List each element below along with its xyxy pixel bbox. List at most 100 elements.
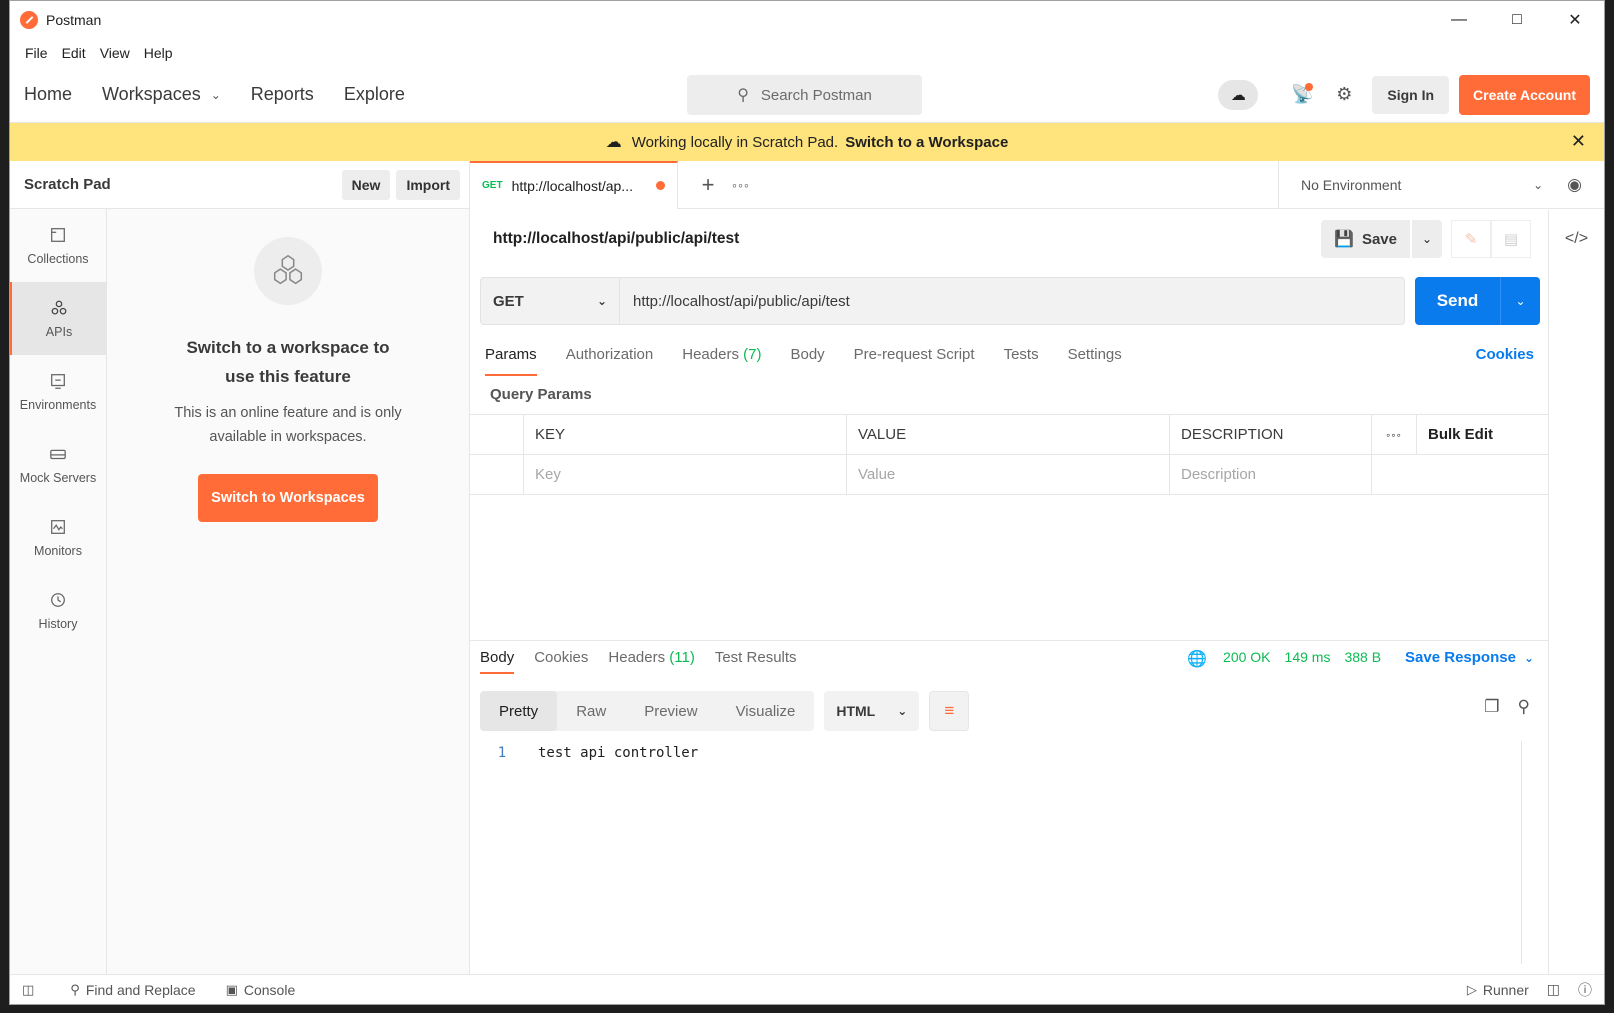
format-preview[interactable]: Preview xyxy=(625,691,716,731)
environment-selector[interactable]: No Environment ⌄ ◉ xyxy=(1278,160,1604,209)
response-scrollbar[interactable] xyxy=(1521,741,1522,964)
tab-tests[interactable]: Tests xyxy=(1004,346,1039,376)
sync-cloud-icon[interactable]: ☁ xyxy=(1218,79,1259,110)
key-input[interactable]: Key xyxy=(524,455,847,494)
banner-close-icon[interactable]: ✕ xyxy=(1571,131,1586,152)
menu-help[interactable]: Help xyxy=(137,45,180,61)
status-code[interactable]: 200 OK xyxy=(1223,649,1270,669)
send-button[interactable]: Send xyxy=(1415,277,1500,325)
column-options-icon[interactable]: ◦◦◦ xyxy=(1372,415,1417,454)
response-time[interactable]: 149 ms xyxy=(1285,649,1331,669)
menu-edit[interactable]: Edit xyxy=(55,45,93,61)
format-visualize[interactable]: Visualize xyxy=(717,691,815,731)
value-input[interactable]: Value xyxy=(847,455,1170,494)
nav-workspaces[interactable]: Workspaces ⌄ xyxy=(102,84,221,105)
tab-settings[interactable]: Settings xyxy=(1068,346,1122,376)
settings-gear-icon[interactable]: ⚙ xyxy=(1330,81,1358,109)
rail-label: Monitors xyxy=(34,543,82,558)
rail-item-monitors[interactable]: Monitors xyxy=(10,501,106,574)
search-input[interactable]: ⚲ Search Postman xyxy=(687,75,922,115)
nav-home[interactable]: Home xyxy=(24,84,72,105)
satellite-icon[interactable]: 📡 xyxy=(1288,81,1316,109)
globe-icon[interactable]: 🌐 xyxy=(1187,649,1207,669)
edit-pencil-icon[interactable]: ✎ xyxy=(1451,220,1491,258)
format-raw[interactable]: Raw xyxy=(557,691,625,731)
response-tabs: Body Cookies Headers (11) Test Results 🌐… xyxy=(480,649,1534,681)
cookies-link[interactable]: Cookies xyxy=(1476,346,1534,376)
menu-view[interactable]: View xyxy=(93,45,137,61)
bulk-edit-button[interactable]: Bulk Edit xyxy=(1417,415,1548,454)
new-button[interactable]: New xyxy=(341,169,391,200)
switch-to-workspaces-button[interactable]: Switch to Workspaces xyxy=(198,474,378,522)
language-value: HTML xyxy=(836,703,876,719)
response-tab-body[interactable]: Body xyxy=(480,649,515,674)
sidebar-title: Scratch Pad xyxy=(24,176,111,193)
runner-button[interactable]: ▷ Runner xyxy=(1467,982,1529,998)
save-button[interactable]: 💾 Save xyxy=(1321,220,1410,258)
console-button[interactable]: ▣ Console xyxy=(226,982,296,998)
environment-quick-look-eye-icon[interactable]: ◉ xyxy=(1567,175,1582,195)
request-tabs-bar: GET http://localhost/ap... + ◦◦◦ No Envi… xyxy=(470,160,1604,209)
new-tab-plus-icon[interactable]: + xyxy=(688,172,728,198)
response-format-bar: Pretty Raw Preview Visualize HTML ⌄ ≡ xyxy=(480,691,970,731)
save-response-button[interactable]: Save Response ⌄ xyxy=(1405,649,1534,669)
rail-label: APIs xyxy=(45,324,73,339)
nav-explore[interactable]: Explore xyxy=(344,84,405,105)
method-value: GET xyxy=(493,292,524,310)
empty-state-title: Switch to a workspace to use this featur… xyxy=(186,338,390,386)
url-input[interactable]: http://localhost/api/public/api/test xyxy=(620,277,1405,325)
documentation-icon[interactable]: ▤ xyxy=(1491,220,1531,258)
import-button[interactable]: Import xyxy=(396,169,460,200)
response-size[interactable]: 388 B xyxy=(1344,649,1381,669)
method-select[interactable]: GET ⌄ xyxy=(480,277,620,325)
send-options-chevron-icon[interactable]: ⌄ xyxy=(1500,277,1540,325)
more-tabs-icon[interactable]: ◦◦◦ xyxy=(732,177,750,193)
tab-headers[interactable]: Headers (7) xyxy=(682,346,761,376)
url-bar: GET ⌄ http://localhost/api/public/api/te… xyxy=(480,277,1540,325)
rail-item-apis[interactable]: APIs xyxy=(10,282,106,355)
response-headers-count: (11) xyxy=(669,649,695,666)
tab-params[interactable]: Params xyxy=(485,346,537,376)
toggle-sidebar-icon[interactable]: ◫ xyxy=(22,982,40,998)
word-wrap-icon[interactable]: ≡ xyxy=(929,691,970,731)
language-select[interactable]: HTML ⌄ xyxy=(824,691,920,731)
rail-item-history[interactable]: History xyxy=(10,574,106,647)
help-icon[interactable]: ⓘ xyxy=(1578,980,1592,1000)
minimize-icon[interactable]: — xyxy=(1430,1,1488,39)
format-pretty[interactable]: Pretty xyxy=(480,691,558,731)
description-input[interactable]: Description xyxy=(1170,455,1372,494)
request-tab[interactable]: GET http://localhost/ap... xyxy=(470,160,678,209)
switch-workspace-link[interactable]: Switch to a Workspace xyxy=(845,134,1008,151)
rail-item-collections[interactable]: Collections xyxy=(10,209,106,282)
tab-pre-request-script[interactable]: Pre-request Script xyxy=(854,346,975,376)
tab-body[interactable]: Body xyxy=(790,346,824,376)
search-placeholder: Search Postman xyxy=(760,86,872,104)
rail-item-environments[interactable]: Environments xyxy=(10,355,106,428)
cloud-off-icon: ☁ xyxy=(605,134,622,151)
find-and-replace-button[interactable]: ⚲ Find and Replace xyxy=(70,982,195,998)
tab-authorization[interactable]: Authorization xyxy=(566,346,654,376)
menu-file[interactable]: File xyxy=(18,45,55,61)
sign-in-button[interactable]: Sign In xyxy=(1372,75,1450,114)
tab-label: Body xyxy=(480,649,515,666)
save-options-chevron-icon[interactable]: ⌄ xyxy=(1412,220,1442,258)
line-number: 1 xyxy=(497,745,507,761)
response-tab-test-results[interactable]: Test Results xyxy=(715,649,797,674)
query-params-title: Query Params xyxy=(490,386,592,403)
rail-item-mock-servers[interactable]: Mock Servers xyxy=(10,428,106,501)
create-account-button[interactable]: Create Account xyxy=(1459,74,1590,115)
tab-label: Settings xyxy=(1067,346,1122,363)
tab-label: Headers xyxy=(682,346,739,363)
close-window-icon[interactable]: ✕ xyxy=(1546,1,1604,39)
maximize-icon[interactable]: □ xyxy=(1488,1,1546,39)
two-pane-view-icon[interactable]: ◫ xyxy=(1547,981,1560,998)
table-header-row: KEY VALUE DESCRIPTION ◦◦◦ Bulk Edit xyxy=(470,415,1548,455)
code-snippet-icon[interactable]: </> xyxy=(1565,230,1588,974)
response-body[interactable]: 1 test api controller xyxy=(480,741,1522,964)
nav-reports[interactable]: Reports xyxy=(251,84,314,105)
response-tab-cookies[interactable]: Cookies xyxy=(534,649,588,674)
search-icon[interactable]: ⚲ xyxy=(1518,697,1530,717)
copy-icon[interactable]: ❐ xyxy=(1484,697,1499,717)
sidebar-body: Collections APIs Environments Mock Serve… xyxy=(10,209,469,974)
response-tab-headers[interactable]: Headers (11) xyxy=(608,649,694,674)
